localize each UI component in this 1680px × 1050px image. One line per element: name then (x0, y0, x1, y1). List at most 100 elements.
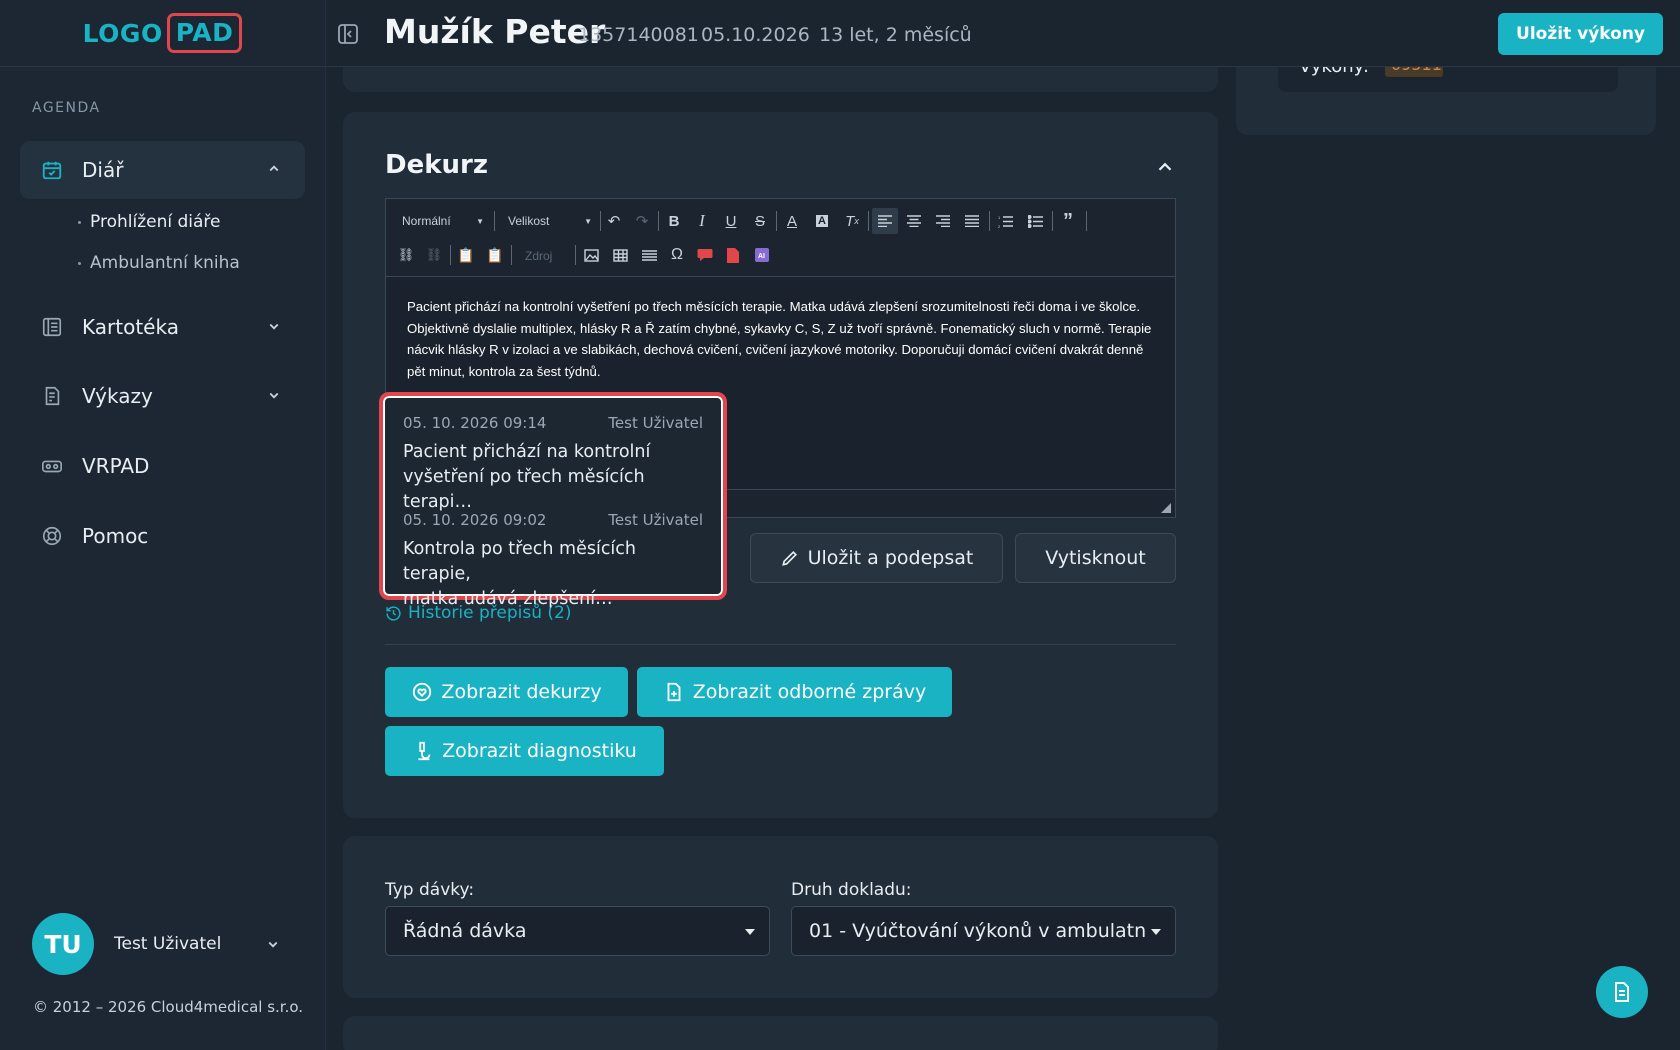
size-select[interactable]: Velikost ▼ (498, 210, 598, 232)
history-entry-text-line: Kontrola po třech měsících terapie, (403, 539, 637, 584)
history-popup: 05. 10. 2026 09:14 Test Uživatel Pacient… (379, 392, 727, 609)
unlink-icon[interactable]: ⛓ (424, 245, 444, 265)
dekurz-title: Dekurz (385, 150, 488, 180)
text-color-icon[interactable]: A (782, 211, 802, 231)
chevron-up-icon[interactable] (1154, 156, 1176, 178)
user-name: Test Uživatel (114, 934, 222, 954)
show-diagnostics-label: Zobrazit diagnostiku (442, 740, 637, 762)
size-select-value: Velikost (508, 214, 550, 228)
chevron-down-icon[interactable] (265, 317, 283, 335)
microscope-icon (418, 741, 431, 761)
print-label: Vytisknout (1045, 547, 1146, 569)
toolbar-separator (1086, 211, 1087, 231)
document-type-value: 01 - Vyúčtování výkonů v ambulatní péči (809, 920, 1145, 942)
template-icon[interactable] (723, 245, 743, 265)
strikethrough-icon[interactable]: S (750, 211, 770, 231)
sidebar-collapse-icon[interactable] (336, 22, 360, 46)
document-type-label: Druh dokladu: (791, 880, 912, 900)
chevron-up-icon[interactable] (265, 160, 283, 178)
sidebar-item-pomoc[interactable]: Pomoc (20, 507, 305, 565)
logo-bar: LOGO PAD (0, 0, 325, 67)
sidebar-item-label: Výkazy (82, 384, 153, 408)
chevron-down-icon[interactable] (265, 386, 283, 404)
patient-id: 1357140081 (578, 24, 699, 46)
format-select-value: Normální (402, 214, 451, 228)
comment-icon[interactable] (695, 245, 715, 265)
sidebar-subitem-label: Ambulantní kniha (90, 253, 240, 273)
logo[interactable]: LOGO PAD (83, 13, 243, 53)
avatar: TU (32, 913, 94, 975)
link-icon[interactable]: ⛓ (396, 245, 416, 265)
resize-handle-icon[interactable] (1161, 503, 1171, 513)
blockquote-icon[interactable]: ” (1058, 210, 1078, 232)
format-select[interactable]: Normální ▼ (392, 210, 490, 232)
bullet-list-icon[interactable] (1025, 211, 1045, 231)
underline-icon[interactable]: U (721, 211, 741, 231)
redo-icon[interactable]: ↷ (632, 211, 652, 231)
copyright: © 2012 – 2026 Cloud4medical s.r.o. (33, 998, 304, 1016)
report-icon (40, 384, 64, 408)
toolbar-separator (575, 245, 576, 265)
toolbar-separator (450, 245, 451, 265)
paste-icon[interactable]: 📋 (456, 245, 476, 265)
patient-age: 13 let, 2 měsíců (819, 24, 972, 46)
paste-text-icon[interactable]: 📋 (485, 245, 505, 265)
sidebar-subitem-ambulantni-kniha[interactable]: Ambulantní kniha (78, 253, 240, 273)
sign-and-save-button[interactable]: Uložit a podepsat (750, 533, 1003, 583)
remove-format-icon[interactable]: Tx (842, 211, 862, 231)
history-icon (386, 605, 401, 621)
horizontal-line-icon[interactable] (639, 245, 659, 265)
patient-name: Mužík Peter (384, 12, 606, 51)
card-index-icon (40, 315, 64, 339)
sidebar-item-diar[interactable]: Diář (20, 141, 305, 199)
align-right-icon[interactable] (933, 211, 953, 231)
italic-icon[interactable]: I (692, 211, 712, 231)
show-diagnostics-button[interactable]: Zobrazit diagnostiku (385, 726, 664, 776)
logo-text-logo: LOGO (82, 18, 163, 48)
chevron-down-icon[interactable] (264, 935, 282, 953)
sidebar-subitem-prohlizeni-diare[interactable]: Prohlížení diáře (78, 212, 220, 232)
user-menu[interactable]: TU Test Uživatel (32, 913, 292, 975)
patient-date: 05.10.2026 (701, 24, 810, 46)
align-justify-icon[interactable] (962, 211, 982, 231)
history-entry-text: Kontrola po třech měsících terapie, matk… (403, 537, 703, 612)
history-entry-user: Test Uživatel (608, 414, 703, 432)
table-icon[interactable] (610, 245, 630, 265)
logo-text-pad: PAD (166, 13, 243, 53)
sidebar-item-kartoteka[interactable]: Kartotéka (20, 298, 305, 356)
history-entry-text-line: matka udává zlepšení… (403, 589, 613, 609)
dekurz-text[interactable]: Pacient přichází na kontrolní vyšetření … (407, 296, 1152, 382)
image-icon[interactable] (581, 245, 601, 265)
align-center-icon[interactable] (904, 211, 924, 231)
sidebar-item-vykazy[interactable]: Výkazy (20, 367, 305, 425)
background-color-icon[interactable]: A (812, 211, 832, 231)
toolbar-separator (511, 245, 512, 265)
bold-icon[interactable]: B (664, 211, 684, 231)
history-entry[interactable]: 05. 10. 2026 09:02 Test Uživatel Kontrol… (403, 511, 703, 612)
toolbar-separator (868, 211, 869, 231)
show-reports-button[interactable]: Zobrazit odborné zprávy (637, 667, 952, 717)
show-dekurzy-label: Zobrazit dekurzy (441, 681, 602, 703)
toolbar-separator (989, 211, 990, 231)
batch-type-select[interactable]: Řádná dávka (385, 906, 770, 956)
undo-icon[interactable]: ↶ (604, 211, 624, 231)
medical-document-icon (667, 682, 681, 702)
source-button[interactable]: Zdroj (515, 245, 571, 267)
sidebar-item-vrpad[interactable]: VRPAD (20, 437, 305, 495)
save-vykony-button[interactable]: Uložit výkony (1498, 13, 1663, 55)
align-left-icon[interactable] (872, 208, 898, 234)
notes-fab-button[interactable] (1596, 966, 1648, 1018)
document-type-select[interactable]: 01 - Vyúčtování výkonů v ambulatní péči (791, 906, 1176, 956)
toolbar-separator (658, 211, 659, 231)
special-character-icon[interactable]: Ω (667, 245, 687, 265)
print-button[interactable]: Vytisknout (1015, 533, 1176, 583)
toolbar-separator (494, 211, 495, 231)
document-icon (1615, 982, 1629, 1002)
ai-assistant-icon[interactable]: AI (752, 245, 772, 265)
history-entry-text-line: Pacient přichází na kontrolní (403, 442, 651, 462)
numbered-list-icon[interactable]: 12 (995, 211, 1015, 231)
caret-down-icon (1151, 929, 1161, 935)
history-entry[interactable]: 05. 10. 2026 09:14 Test Uživatel Pacient… (403, 414, 703, 515)
show-dekurzy-button[interactable]: Zobrazit dekurzy (385, 667, 628, 717)
bullet-icon (78, 220, 81, 224)
